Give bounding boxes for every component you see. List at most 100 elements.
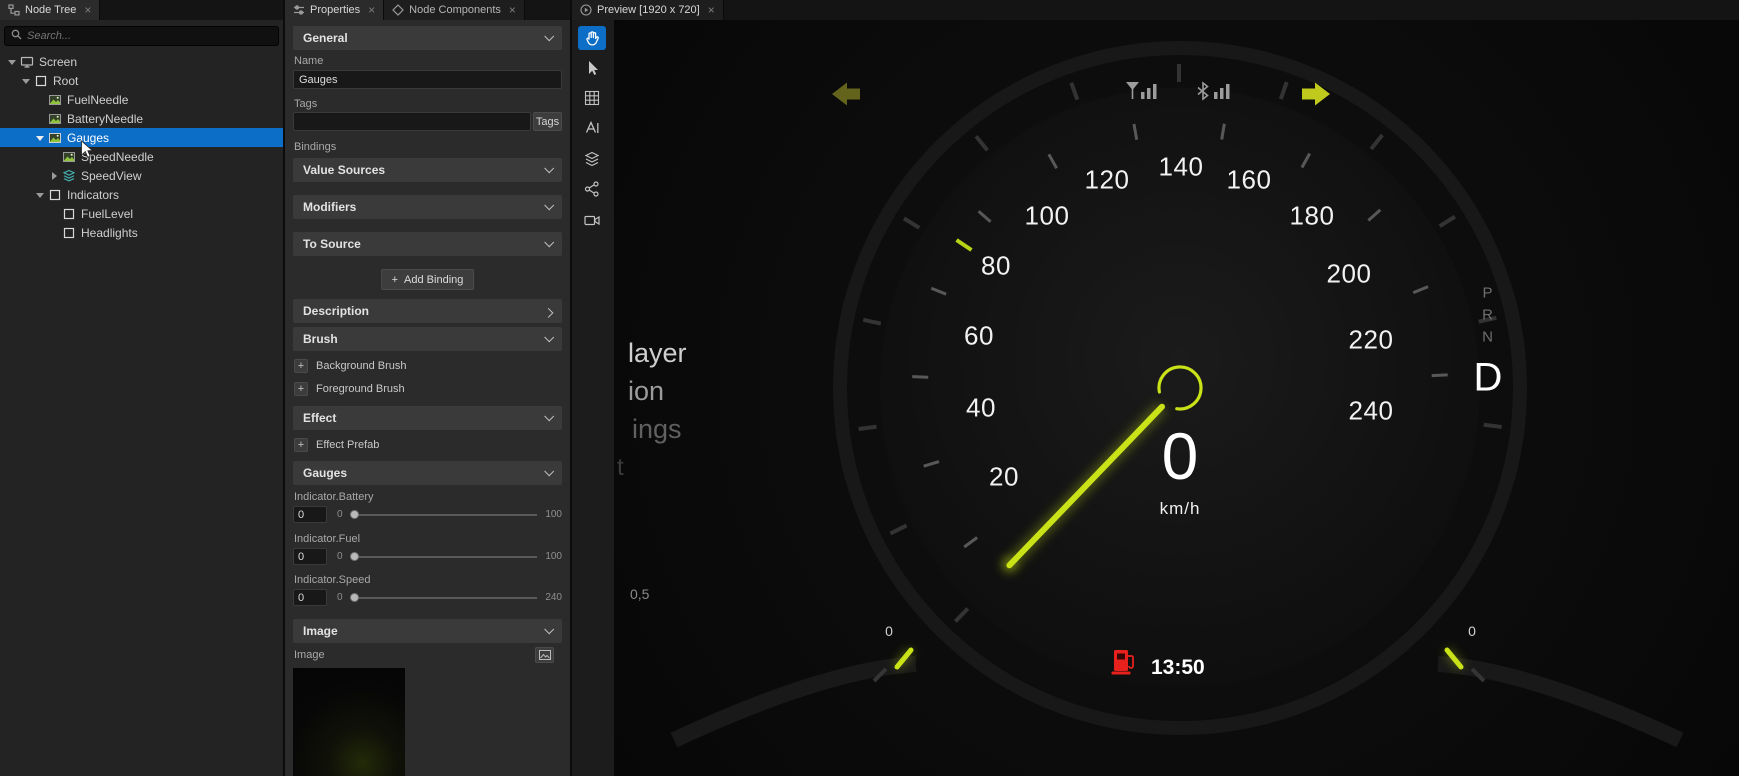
chevron-down-icon: [544, 624, 554, 634]
close-icon[interactable]: ×: [368, 4, 375, 16]
slider-max-label: 100: [536, 509, 562, 520]
add-binding-button[interactable]: + Add Binding: [381, 269, 475, 290]
node-icon: [62, 207, 76, 221]
close-icon[interactable]: ×: [84, 4, 91, 16]
slider-max-label: 100: [536, 551, 562, 562]
close-icon[interactable]: ×: [708, 4, 715, 16]
tree-item-fuelneedle[interactable]: FuelNeedle: [0, 90, 283, 109]
tree-item-indicators[interactable]: Indicators: [0, 185, 283, 204]
search-icon: [11, 29, 22, 43]
section-effect[interactable]: Effect: [293, 406, 562, 430]
preview-panel: Preview [1920 x 720] ×: [572, 0, 1739, 776]
name-field[interactable]: [293, 70, 562, 89]
dial-number: 20: [989, 462, 1019, 493]
layers-icon: [62, 169, 76, 183]
section-general[interactable]: General: [293, 26, 562, 50]
tags-field[interactable]: [293, 112, 531, 131]
section-gauges[interactable]: Gauges: [293, 461, 562, 485]
chevron-down-icon: [544, 466, 554, 476]
left-turn-signal-icon: [832, 83, 860, 106]
camera-tool-button[interactable]: [578, 208, 606, 232]
dial-number: 200: [1327, 259, 1372, 290]
tree-icon: [8, 4, 20, 16]
plus-icon: +: [294, 438, 308, 452]
tags-button[interactable]: Tags: [533, 112, 562, 131]
close-icon[interactable]: ×: [509, 4, 516, 16]
indicator-fuel-slider[interactable]: [351, 556, 537, 558]
select-tool-button[interactable]: [578, 56, 606, 80]
menu-item-fragment: ion: [628, 376, 664, 407]
search-box[interactable]: [4, 26, 279, 46]
section-value-sources[interactable]: Value Sources: [293, 158, 562, 182]
section-to-source[interactable]: To Source: [293, 232, 562, 256]
tree-item-gauges[interactable]: Gauges: [0, 128, 283, 147]
dial-number: 40: [966, 393, 996, 424]
expander-icon[interactable]: [6, 52, 18, 71]
section-brush[interactable]: Brush: [293, 327, 562, 351]
section-description[interactable]: Description: [293, 299, 562, 323]
gear-n: N: [1482, 329, 1494, 346]
tab-preview[interactable]: Preview [1920 x 720] ×: [572, 0, 724, 20]
tree-item-headlights[interactable]: Headlights: [0, 223, 283, 242]
section-label: To Source: [303, 237, 361, 251]
grid-tool-button[interactable]: [578, 86, 606, 110]
tab-node-components[interactable]: Node Components ×: [384, 0, 525, 20]
preview-viewport[interactable]: 20 40 60 80 100 120 140 160 180 200 220 …: [614, 20, 1739, 776]
slider-handle[interactable]: [350, 552, 359, 561]
chevron-down-icon: [544, 31, 554, 41]
tree-item-screen[interactable]: Screen: [0, 52, 283, 71]
tree-item-label: Indicators: [67, 188, 119, 202]
effect-item-label: Effect Prefab: [316, 439, 379, 451]
tags-button-label: Tags: [536, 116, 559, 128]
video-camera-icon: [583, 211, 601, 229]
expander-icon[interactable]: [48, 166, 60, 185]
tree-item-fuellevel[interactable]: FuelLevel: [0, 204, 283, 223]
image-picker-button[interactable]: [535, 647, 554, 663]
slider-handle[interactable]: [350, 593, 359, 602]
tab-node-tree[interactable]: Node Tree ×: [0, 0, 100, 20]
add-effect-prefab[interactable]: + Effect Prefab: [294, 436, 379, 454]
tab-label: Preview [1920 x 720]: [597, 4, 700, 16]
chevron-right-icon: [544, 307, 554, 317]
expander-icon[interactable]: [34, 128, 46, 147]
tree-item-label: FuelNeedle: [67, 93, 128, 107]
indicator-fuel-row: 0 100: [293, 548, 562, 566]
section-modifiers[interactable]: Modifiers: [293, 195, 562, 219]
node-tree: Screen Root FuelNeedle BatteryNeedle Gau: [0, 52, 283, 242]
clock: 13:50: [1151, 656, 1221, 680]
slider-max-label: 240: [536, 592, 562, 603]
tab-properties[interactable]: Properties ×: [285, 0, 384, 20]
right-subgauge-arc: [1438, 664, 1680, 740]
slider-min-label: 0: [337, 592, 343, 603]
search-input[interactable]: [27, 30, 272, 42]
add-foreground-brush[interactable]: + Foreground Brush: [294, 380, 405, 398]
section-image[interactable]: Image: [293, 619, 562, 643]
indicator-fuel-input[interactable]: [293, 548, 327, 565]
tree-item-speedneedle[interactable]: SpeedNeedle: [0, 147, 283, 166]
properties-panel: Properties × Node Components × General N…: [285, 0, 570, 776]
image-thumbnail[interactable]: [293, 668, 405, 776]
nodes-tool-button[interactable]: [578, 177, 606, 201]
brush-item-label: Foreground Brush: [316, 383, 405, 395]
dial-number: 220: [1349, 325, 1394, 356]
indicator-battery-input[interactable]: [293, 506, 327, 523]
text-tool-button[interactable]: [578, 116, 606, 140]
section-label: General: [303, 31, 348, 45]
tree-item-root[interactable]: Root: [0, 71, 283, 90]
dial-number: 180: [1290, 201, 1335, 232]
indicator-speed-slider[interactable]: [351, 597, 537, 599]
indicator-speed-input[interactable]: [293, 589, 327, 606]
tree-item-speedview[interactable]: SpeedView: [0, 166, 283, 185]
layers-tool-button[interactable]: [578, 147, 606, 171]
interact-tool-button[interactable]: [578, 26, 606, 50]
expander-icon[interactable]: [20, 71, 32, 90]
preview-tabbar: Preview [1920 x 720] ×: [572, 0, 1739, 20]
component-icon: [392, 4, 404, 16]
slider-handle[interactable]: [350, 510, 359, 519]
indicator-battery-slider[interactable]: [351, 514, 537, 516]
expander-icon[interactable]: [34, 185, 46, 204]
add-background-brush[interactable]: + Background Brush: [294, 357, 407, 375]
tree-item-batteryneedle[interactable]: BatteryNeedle: [0, 109, 283, 128]
indicator-speed-row: 0 240: [293, 589, 562, 607]
node-icon: [48, 188, 62, 202]
